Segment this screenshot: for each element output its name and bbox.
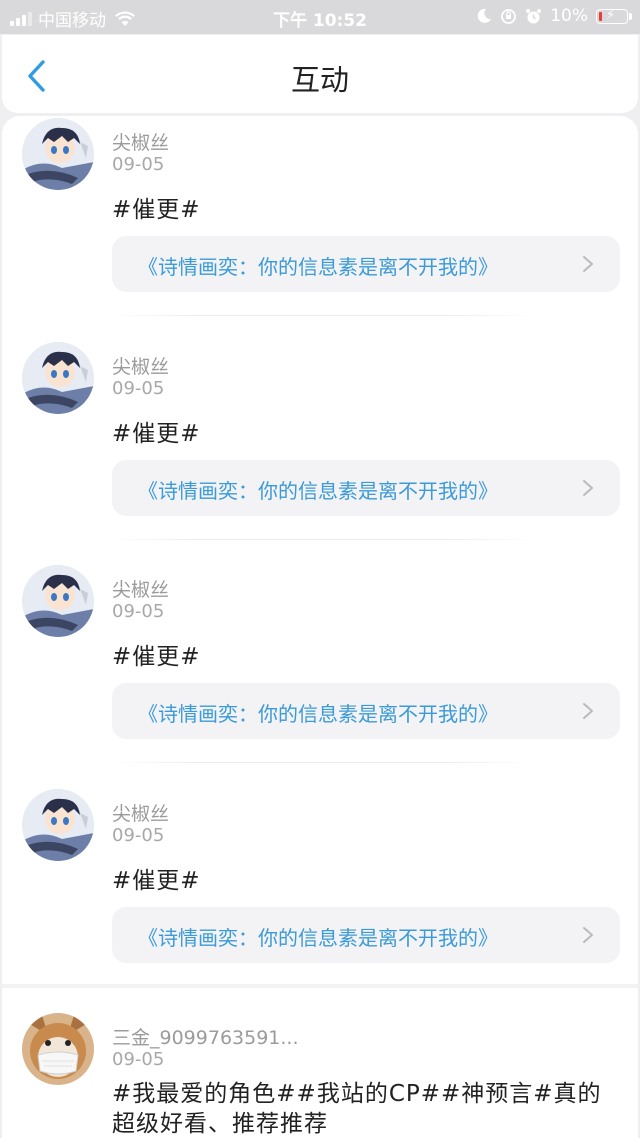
- user-name[interactable]: 尖椒丝: [112, 575, 169, 602]
- battery-percent: 10%: [550, 6, 588, 26]
- post-content: #催更#: [112, 197, 201, 223]
- post-date: 09-05: [112, 601, 165, 622]
- chevron-right-icon: [583, 480, 593, 496]
- chevron-right-icon: [583, 927, 593, 943]
- post-content: #催更#: [112, 868, 201, 894]
- anime-boy-avatar-icon: [22, 789, 94, 861]
- divider: [112, 315, 532, 316]
- book-link-card[interactable]: 《诗情画奕：你的信息素是离不开我的》: [112, 236, 620, 292]
- avatar[interactable]: [22, 789, 94, 861]
- status-bar: 中国移动 下午 10:52 10% ⚡: [0, 0, 640, 34]
- alarm-icon: [526, 8, 542, 23]
- post-date: 09-05: [112, 825, 165, 846]
- section-separator: [2, 984, 638, 988]
- navigation-bar: 互动: [2, 35, 638, 113]
- book-link-title[interactable]: 《诗情画奕：你的信息素是离不开我的》: [138, 698, 498, 727]
- user-name[interactable]: 尖椒丝: [112, 128, 169, 155]
- book-link-card[interactable]: 《诗情画奕：你的信息素是离不开我的》: [112, 683, 620, 739]
- post-content: #催更#: [112, 421, 201, 447]
- avatar[interactable]: [22, 1013, 94, 1085]
- user-name[interactable]: 三金_9099763591...: [112, 1023, 299, 1050]
- post-date: 09-05: [112, 378, 165, 399]
- orientation-lock-icon: [501, 8, 517, 24]
- post-date: 09-05: [112, 154, 165, 175]
- post-date: 09-05: [112, 1049, 165, 1070]
- avatar[interactable]: [22, 565, 94, 637]
- divider: [112, 539, 532, 540]
- dog-with-mask-avatar-icon: [22, 1013, 94, 1085]
- avatar[interactable]: [22, 118, 94, 190]
- book-link-card[interactable]: 《诗情画奕：你的信息素是离不开我的》: [112, 460, 620, 516]
- battery-icon: ⚡: [596, 8, 632, 24]
- page-title: 互动: [290, 63, 349, 97]
- chevron-right-icon: [583, 703, 593, 719]
- anime-boy-avatar-icon: [22, 565, 94, 637]
- book-link-title[interactable]: 《诗情画奕：你的信息素是离不开我的》: [138, 251, 498, 280]
- user-name[interactable]: 尖椒丝: [112, 799, 169, 826]
- book-link-title[interactable]: 《诗情画奕：你的信息素是离不开我的》: [138, 475, 498, 504]
- anime-boy-avatar-icon: [22, 342, 94, 414]
- interaction-feed[interactable]: 尖椒丝 09-05 #催更# 《诗情画奕：你的信息素是离不开我的》 尖椒丝 09…: [2, 116, 638, 1138]
- status-right: 10% ⚡: [476, 6, 632, 26]
- user-name[interactable]: 尖椒丝: [112, 352, 169, 379]
- moon-icon: [477, 8, 492, 23]
- chevron-right-icon: [583, 256, 593, 272]
- book-link-title[interactable]: 《诗情画奕：你的信息素是离不开我的》: [138, 922, 498, 951]
- anime-boy-avatar-icon: [22, 118, 94, 190]
- divider: [112, 762, 532, 763]
- avatar[interactable]: [22, 342, 94, 414]
- post-content: #催更#: [112, 644, 201, 670]
- book-link-card[interactable]: 《诗情画奕：你的信息素是离不开我的》: [112, 907, 620, 963]
- post-content: #我最爱的角色##我站的CP##神预言#真的超级好看、推荐推荐: [112, 1081, 602, 1137]
